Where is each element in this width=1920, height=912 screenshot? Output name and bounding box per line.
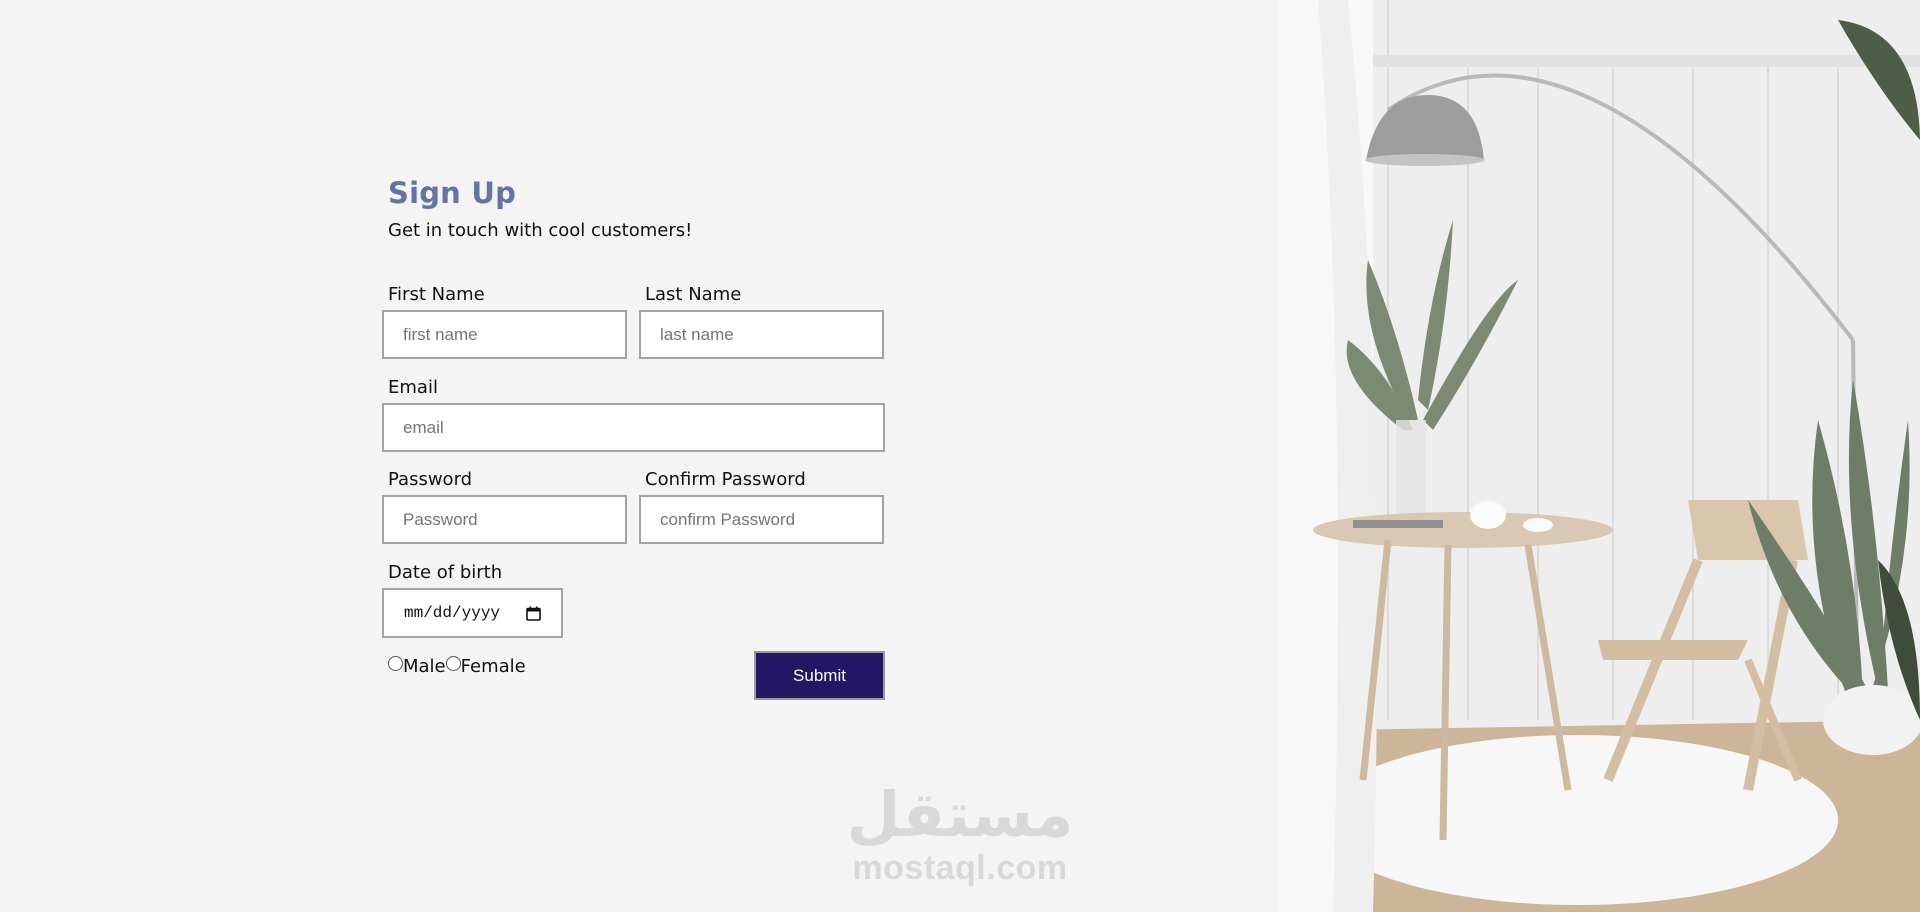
password-field: Password: [382, 471, 627, 544]
form-subtitle: Get in touch with cool customers!: [388, 220, 693, 241]
name-row: First Name Last Name: [382, 286, 885, 359]
submit-button[interactable]: Submit: [754, 651, 885, 700]
confirm-password-label: Confirm Password: [645, 469, 806, 490]
mostaql-watermark: مستقل mostaql.com: [840, 778, 1080, 887]
female-radio[interactable]: [445, 656, 461, 671]
gender-group: Male Female: [388, 656, 526, 677]
watermark-latin: mostaql.com: [852, 849, 1068, 887]
male-radio[interactable]: [388, 656, 403, 671]
first-name-label: First Name: [388, 284, 485, 305]
password-input[interactable]: [382, 495, 627, 544]
last-name-label: Last Name: [645, 284, 742, 305]
confirm-password-field: Confirm Password: [639, 471, 884, 544]
dob-input[interactable]: mm/dd/yyyy: [382, 588, 563, 638]
left-panel: Sign Up Get in touch with cool customers…: [0, 0, 1278, 912]
dob-field: Date of birth mm/dd/yyyy: [382, 564, 885, 638]
calendar-icon[interactable]: [526, 606, 541, 621]
password-row: Password Confirm Password: [382, 471, 885, 544]
first-name-input[interactable]: [382, 310, 627, 359]
watermark-arabic: مستقل: [846, 778, 1074, 851]
email-field: Email: [382, 379, 885, 452]
signup-form: Sign Up Get in touch with cool customers…: [382, 176, 885, 700]
email-input[interactable]: [382, 403, 885, 452]
bottom-row: Male Female Submit: [382, 651, 885, 700]
dob-label: Date of birth: [388, 562, 503, 583]
first-name-field: First Name: [382, 286, 627, 359]
email-label: Email: [388, 377, 438, 398]
confirm-password-input[interactable]: [639, 495, 884, 544]
male-label: Male: [403, 656, 446, 677]
dob-placeholder: mm/dd/yyyy: [404, 604, 501, 622]
last-name-input[interactable]: [639, 310, 884, 359]
form-title: Sign Up: [388, 176, 517, 210]
female-label: Female: [460, 656, 526, 677]
password-label: Password: [388, 469, 473, 490]
last-name-field: Last Name: [639, 286, 884, 359]
interior-photo: [1278, 0, 1920, 912]
